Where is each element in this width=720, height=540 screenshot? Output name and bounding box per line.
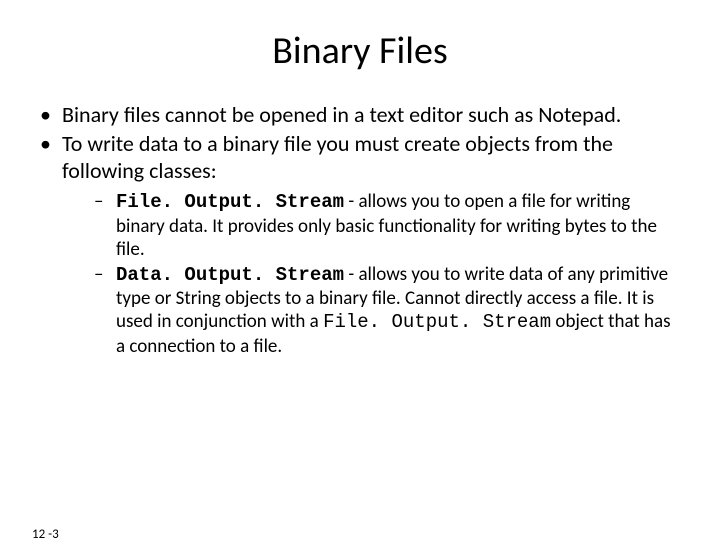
- sub-bullet-list: File. Output. Stream - allows you to ope…: [62, 190, 690, 357]
- code-text: File. Output. Stream: [116, 191, 344, 213]
- bullet-item: To write data to a binary file you must …: [30, 131, 690, 358]
- bullet-item: Binary files cannot be opened in a text …: [30, 102, 690, 129]
- bullet-text: Binary files cannot be opened in a text …: [62, 101, 621, 128]
- slide: Binary Files Binary files cannot be open…: [0, 28, 720, 540]
- sub-bullet-item: Data. Output. Stream - allows you to wri…: [62, 263, 690, 358]
- content-area: Binary files cannot be opened in a text …: [0, 102, 720, 358]
- bullet-text: To write data to a binary file you must …: [62, 130, 613, 184]
- page-number: 12 -3: [32, 527, 59, 540]
- sub-bullet-item: File. Output. Stream - allows you to ope…: [62, 190, 690, 261]
- page-title: Binary Files: [0, 28, 720, 74]
- bullet-list: Binary files cannot be opened in a text …: [30, 102, 690, 358]
- code-text: File. Output. Stream: [323, 311, 551, 333]
- code-text: Data. Output. Stream: [116, 264, 344, 286]
